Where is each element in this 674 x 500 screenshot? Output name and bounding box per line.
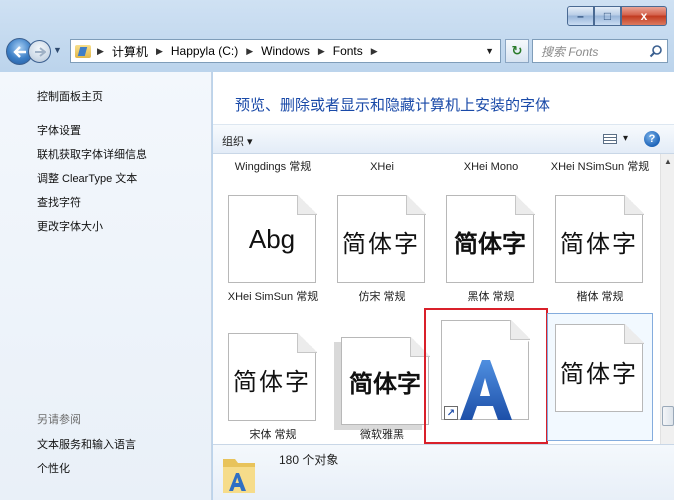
personalization-link[interactable]: 个性化	[37, 460, 70, 476]
explorer-window: – □ x ▼ ▶ 计算机 ▶ Happyla (C:) ▶ Windows ▶…	[0, 0, 674, 500]
forward-button[interactable]	[28, 40, 51, 63]
search-icon[interactable]	[649, 44, 663, 58]
font-sample: 简体字	[349, 371, 421, 398]
refresh-button[interactable]: ↻	[505, 39, 529, 63]
font-sample: 简体字	[342, 230, 420, 258]
page-fold	[406, 195, 426, 215]
search-input[interactable]: 搜索 Fonts	[532, 39, 668, 63]
font-label-xhei-simsun[interactable]: XHei SimSun 常规	[221, 290, 325, 305]
page-title: 预览、删除或者显示和隐藏计算机上安装的字体	[235, 97, 551, 114]
view-list-icon	[602, 133, 617, 144]
page-fold	[515, 195, 535, 215]
scroll-thumb[interactable]	[662, 406, 674, 426]
chevron-right-icon[interactable]: ▶	[318, 46, 325, 57]
control-panel-home-link[interactable]: 控制面板主页	[37, 88, 103, 104]
details-pane: 180 个对象	[213, 444, 674, 500]
refresh-icon: ↻	[511, 43, 523, 58]
font-sample: 简体字	[233, 368, 311, 396]
scroll-up-icon[interactable]: ▲	[661, 154, 674, 168]
breadcrumb-drive[interactable]: Happyla (C:)	[171, 44, 238, 58]
font-label-songti[interactable]: 宋体 常规	[221, 428, 325, 443]
page-fold	[624, 324, 644, 344]
font-tile-heiti[interactable]: 简体字	[439, 192, 543, 306]
font-grid: Wingdings 常规 XHei XHei Mono XHei NSimSun…	[213, 154, 660, 444]
font-tile-kaiti[interactable]: 简体字	[548, 192, 652, 306]
chevron-right-icon[interactable]: ▶	[246, 46, 253, 57]
font-label-fangsong[interactable]: 仿宋 常规	[330, 290, 434, 305]
page-fold	[624, 195, 644, 215]
minimize-button[interactable]: –	[567, 6, 594, 26]
close-button[interactable]: x	[621, 6, 667, 26]
font-label-xhei-mono[interactable]: XHei Mono	[439, 160, 543, 175]
see-also-heading: 另请参阅	[37, 414, 81, 426]
font-sample: Abg	[248, 224, 296, 254]
adjust-cleartype-link[interactable]: 调整 ClearType 文本	[37, 170, 137, 186]
vertical-scrollbar[interactable]: ▲	[660, 154, 674, 444]
breadcrumb-computer[interactable]: 计算机	[112, 43, 148, 60]
chevron-right-icon[interactable]: ▶	[156, 46, 163, 57]
search-placeholder: 搜索 Fonts	[541, 44, 599, 59]
shortcut-arrow-icon: ↗	[444, 406, 458, 420]
font-label-microsoft-yahei[interactable]: 微软雅黑	[330, 428, 434, 443]
get-font-info-online-link[interactable]: 联机获取字体详细信息	[37, 146, 147, 162]
font-sample: 简体字	[454, 231, 526, 258]
font-label-heiti[interactable]: 黑体 常规	[439, 290, 543, 305]
caption-buttons: – □ x	[567, 6, 667, 26]
find-character-link[interactable]: 查找字符	[37, 194, 81, 210]
font-tile-hovered[interactable]: 简体字	[547, 313, 653, 441]
page-fold	[297, 333, 317, 353]
chevron-right-icon[interactable]: ▶	[371, 46, 378, 57]
breadcrumb-windows[interactable]: Windows	[261, 44, 310, 58]
text-services-link[interactable]: 文本服务和输入语言	[37, 436, 136, 452]
organize-button[interactable]: 组织 ▾	[222, 133, 253, 149]
task-pane: 控制面板主页 字体设置 联机获取字体详细信息 调整 ClearType 文本 查…	[0, 72, 212, 500]
page-fold	[297, 195, 317, 215]
main-pane: 预览、删除或者显示和隐藏计算机上安装的字体 组织 ▾ ▾ ? Wingdings…	[213, 72, 674, 500]
change-font-size-link[interactable]: 更改字体大小	[37, 218, 103, 234]
recent-pages-dropdown[interactable]: ▼	[53, 45, 62, 55]
font-sample: 简体字	[560, 360, 638, 388]
view-dropdown-icon: ▾	[622, 133, 628, 144]
font-label-wingdings[interactable]: Wingdings 常规	[221, 160, 325, 175]
navigation-bar: ▼ ▶ 计算机 ▶ Happyla (C:) ▶ Windows ▶ Fonts…	[6, 36, 668, 66]
font-label-kaiti[interactable]: 楷体 常规	[548, 290, 652, 305]
font-label-xhei-nsimsun[interactable]: XHei NSimSun 常规	[548, 160, 652, 175]
font-tile-xhei-simsun[interactable]: Abg	[221, 192, 325, 306]
font-tile-selected-shortcut[interactable]: ↗	[424, 308, 548, 444]
font-sample: 简体字	[560, 230, 638, 258]
font-letter-a-icon	[460, 360, 512, 420]
item-count: 180 个对象	[279, 453, 339, 467]
breadcrumb-fonts[interactable]: Fonts	[333, 44, 363, 58]
breadcrumb: ▶ 计算机 ▶ Happyla (C:) ▶ Windows ▶ Fonts ▶	[97, 43, 386, 60]
page-fold	[510, 320, 530, 340]
font-label-xhei[interactable]: XHei	[330, 160, 434, 175]
font-tile-songti[interactable]: 简体字	[221, 330, 325, 444]
chevron-right-icon[interactable]: ▶	[97, 46, 104, 57]
address-bar[interactable]: ▶ 计算机 ▶ Happyla (C:) ▶ Windows ▶ Fonts ▶…	[70, 39, 501, 63]
fonts-folder-icon	[223, 459, 255, 493]
font-tile-microsoft-yahei[interactable]: 简体字	[330, 330, 434, 444]
help-button[interactable]: ?	[644, 131, 660, 147]
font-settings-link[interactable]: 字体设置	[37, 122, 81, 138]
fonts-folder-icon	[75, 44, 91, 58]
command-bar: 组织 ▾ ▾ ?	[213, 124, 674, 154]
change-view-button[interactable]: ▾	[602, 133, 628, 144]
back-arrow-icon	[12, 45, 26, 58]
maximize-button[interactable]: □	[594, 6, 621, 26]
address-dropdown-icon[interactable]: ▼	[485, 46, 494, 56]
font-tile-fangsong[interactable]: 简体字	[330, 192, 434, 306]
forward-arrow-icon	[34, 46, 46, 57]
